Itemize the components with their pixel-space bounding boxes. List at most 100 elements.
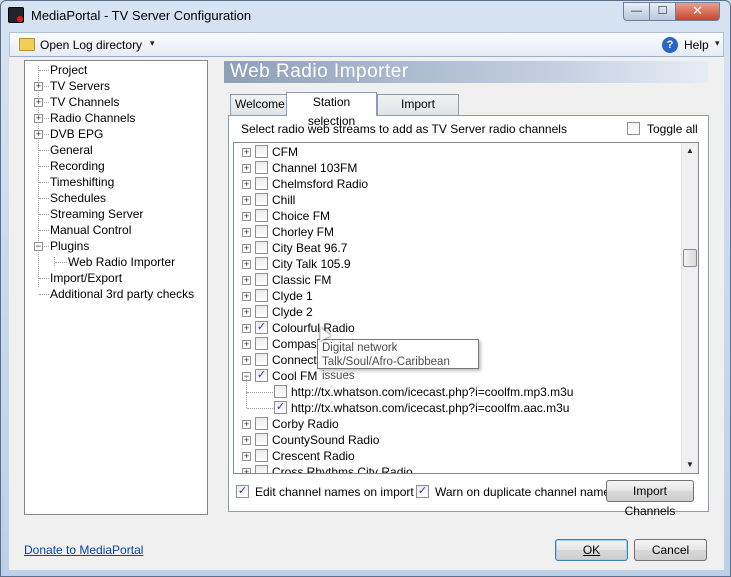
- ok-button[interactable]: OK: [555, 539, 628, 561]
- station-checkbox[interactable]: [255, 305, 268, 318]
- station-checkbox[interactable]: [255, 465, 268, 473]
- station-row[interactable]: + Channel 103FM: [234, 160, 682, 176]
- donate-link[interactable]: Donate to MediaPortal: [24, 543, 143, 557]
- station-row[interactable]: + Chorley FM: [234, 224, 682, 240]
- tree-item-label: Recording: [50, 159, 105, 173]
- station-checkbox[interactable]: [255, 145, 268, 158]
- stream-url-row[interactable]: http://tx.whatson.com/icecast.php?i=cool…: [234, 376, 682, 400]
- station-checkbox[interactable]: [255, 161, 268, 174]
- station-row[interactable]: + CFM: [234, 144, 682, 160]
- tab-welcome[interactable]: Welcome: [230, 94, 287, 115]
- station-checkbox[interactable]: [255, 225, 268, 238]
- expand-icon[interactable]: +: [242, 308, 251, 317]
- station-row[interactable]: + ✓ Colourful Radio: [234, 320, 682, 336]
- folder-icon: [19, 38, 35, 51]
- station-row[interactable]: + Classic FM: [234, 272, 682, 288]
- expand-icon[interactable]: +: [242, 148, 251, 157]
- station-checkbox[interactable]: [274, 385, 287, 398]
- checkbox[interactable]: [627, 122, 640, 135]
- expand-icon[interactable]: +: [242, 164, 251, 173]
- expand-icon[interactable]: +: [242, 324, 251, 333]
- station-checkbox[interactable]: ✓: [274, 401, 287, 414]
- cancel-button[interactable]: Cancel: [634, 539, 707, 561]
- navigation-tree[interactable]: Project + TV Servers + TV Channels + Rad…: [24, 60, 208, 515]
- station-checkbox[interactable]: [255, 193, 268, 206]
- station-checkbox[interactable]: [255, 449, 268, 462]
- tree-item-label: Radio Channels: [50, 111, 136, 125]
- station-checkbox[interactable]: [255, 353, 268, 366]
- tab-station-selection[interactable]: Station selection: [286, 92, 377, 128]
- title-bar[interactable]: MediaPortal - TV Server Configuration — …: [1, 1, 730, 31]
- tooltip-line: Talk/Soul/Afro-Caribbean issues: [322, 356, 450, 382]
- scrollbar-thumb[interactable]: [683, 249, 697, 267]
- expand-icon[interactable]: +: [242, 180, 251, 189]
- station-row[interactable]: + Chelmsford Radio: [234, 176, 682, 192]
- station-row[interactable]: + CountySound Radio: [234, 432, 682, 448]
- station-row[interactable]: + Cross Rhythms City Radio: [234, 464, 682, 473]
- tree-item-label: Project: [50, 63, 88, 77]
- edit-names-checkbox[interactable]: ✓: [236, 485, 249, 498]
- station-checkbox[interactable]: [255, 177, 268, 190]
- tree-item-label: Plugins: [50, 239, 90, 253]
- expand-icon[interactable]: +: [242, 260, 251, 269]
- instruction-text: Select radio web streams to add as TV Se…: [241, 122, 567, 136]
- expand-icon[interactable]: +: [242, 452, 251, 461]
- expand-icon[interactable]: +: [242, 212, 251, 221]
- station-checkbox[interactable]: [255, 209, 268, 222]
- expand-icon[interactable]: +: [34, 98, 43, 107]
- expand-icon[interactable]: +: [242, 356, 251, 365]
- station-row[interactable]: + Clyde 2: [234, 304, 682, 320]
- expand-icon[interactable]: +: [242, 420, 251, 429]
- station-row[interactable]: + City Beat 96.7: [234, 240, 682, 256]
- station-checkbox[interactable]: ✓: [255, 369, 268, 382]
- station-checkbox[interactable]: [255, 257, 268, 270]
- expand-icon[interactable]: +: [242, 436, 251, 445]
- station-checkbox[interactable]: [255, 433, 268, 446]
- expand-icon[interactable]: +: [242, 468, 251, 473]
- expand-icon[interactable]: +: [34, 82, 43, 91]
- station-tree-list[interactable]: + CFM + Channel 103FM + Chelmsford Radio + Chil…: [233, 142, 699, 474]
- expand-icon[interactable]: +: [242, 276, 251, 285]
- tree-connector: [246, 392, 247, 408]
- station-name: Crescent Radio: [272, 449, 355, 463]
- open-log-directory-label: Open Log directory: [40, 38, 143, 52]
- main-window: MediaPortal - TV Server Configuration — …: [0, 0, 731, 577]
- tree-connector: [39, 278, 49, 279]
- collapse-icon[interactable]: −: [34, 242, 43, 251]
- station-checkbox[interactable]: [255, 337, 268, 350]
- warn-duplicate-checkbox[interactable]: ✓: [416, 485, 429, 498]
- expand-icon[interactable]: +: [242, 244, 251, 253]
- minimize-button[interactable]: —: [623, 2, 650, 21]
- expand-icon[interactable]: +: [34, 114, 43, 123]
- station-checkbox[interactable]: [255, 241, 268, 254]
- scroll-down-icon[interactable]: ▼: [682, 457, 698, 473]
- warn-duplicate-label: Warn on duplicate channel name: [435, 485, 610, 499]
- stream-url-row[interactable]: ✓ http://tx.whatson.com/icecast.php?i=coo…: [234, 392, 682, 416]
- expand-icon[interactable]: +: [242, 340, 251, 349]
- station-row[interactable]: + Corby Radio: [234, 416, 682, 432]
- station-row[interactable]: + Crescent Radio: [234, 448, 682, 464]
- expand-icon[interactable]: +: [242, 228, 251, 237]
- station-checkbox[interactable]: [255, 289, 268, 302]
- tree-connector: [44, 86, 49, 87]
- tree-item-label: Manual Control: [50, 223, 132, 237]
- close-button[interactable]: ✕: [675, 2, 720, 21]
- station-row[interactable]: + Chill: [234, 192, 682, 208]
- expand-icon[interactable]: +: [242, 196, 251, 205]
- tree-item-label: Streaming Server: [50, 207, 144, 221]
- scroll-up-icon[interactable]: ▲: [682, 143, 698, 159]
- tab-import-progress[interactable]: Import progress: [377, 94, 459, 130]
- station-row[interactable]: + Choice FM: [234, 208, 682, 224]
- vertical-scrollbar[interactable]: ▲ ▼: [681, 143, 698, 473]
- expand-icon[interactable]: +: [242, 292, 251, 301]
- station-checkbox[interactable]: ✓: [255, 321, 268, 334]
- maximize-button[interactable]: ☐: [649, 2, 676, 21]
- import-channels-button[interactable]: Import Channels: [606, 480, 694, 518]
- station-row[interactable]: + Clyde 1: [234, 288, 682, 304]
- help-label: Help: [684, 38, 709, 52]
- station-row[interactable]: + City Talk 105.9: [234, 256, 682, 272]
- station-checkbox[interactable]: [255, 417, 268, 430]
- station-checkbox[interactable]: [255, 273, 268, 286]
- expand-icon[interactable]: +: [34, 130, 43, 139]
- station-name: Clyde 2: [272, 305, 313, 319]
